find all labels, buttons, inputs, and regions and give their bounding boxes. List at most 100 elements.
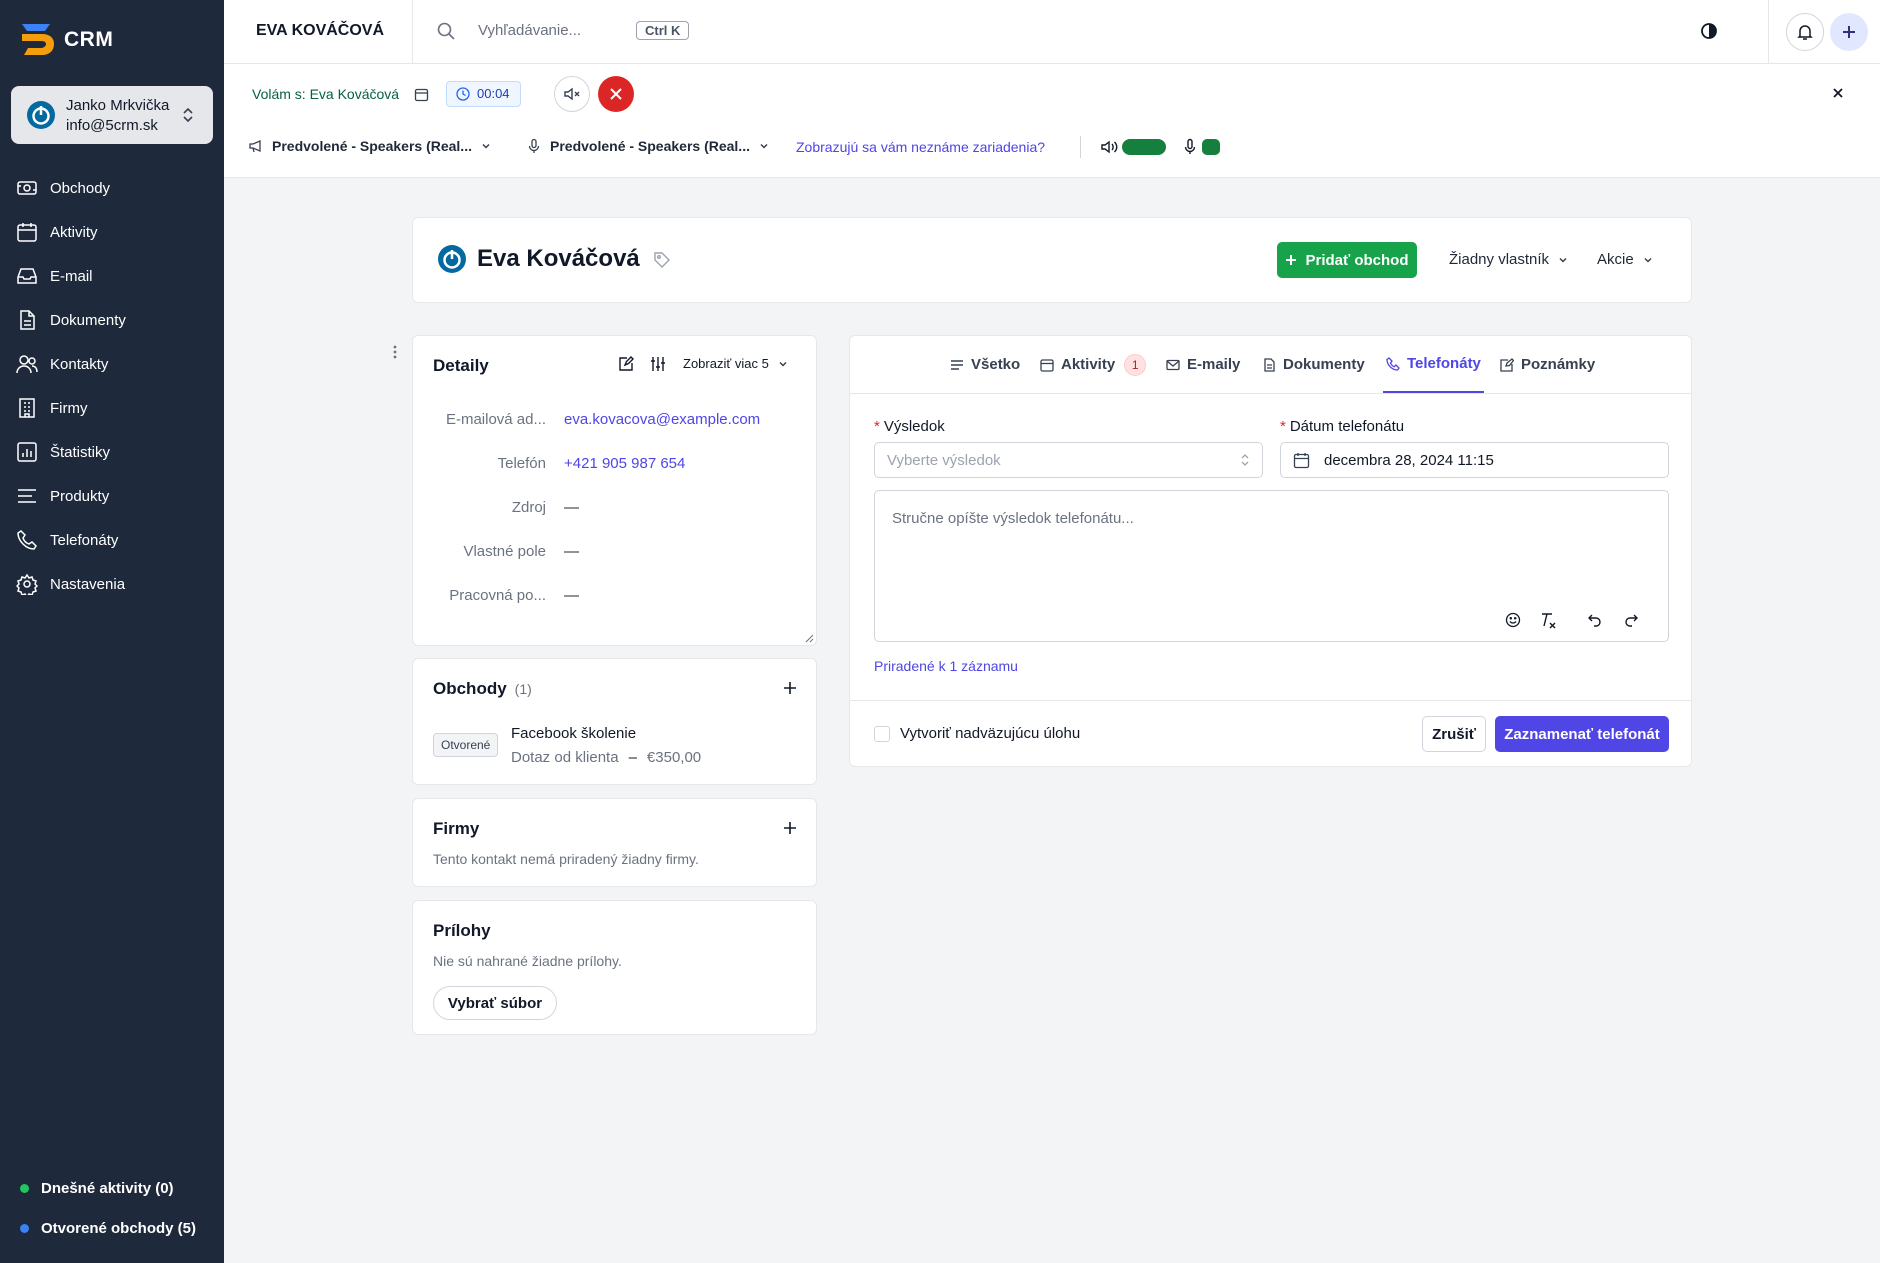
actions-label: Akcie bbox=[1597, 251, 1634, 268]
speaker-mute-icon bbox=[564, 87, 580, 101]
sidebar-item-label: E-mail bbox=[50, 267, 93, 285]
notes-placeholder: Stručne opíšte výsledok telefonátu... bbox=[892, 510, 1134, 527]
field-label: Vlastné pole bbox=[463, 543, 546, 560]
tab-label: Telefonáty bbox=[1407, 355, 1481, 372]
user-email: info@5crm.sk bbox=[66, 117, 158, 134]
add-deal-button[interactable]: Pridať obchod bbox=[1277, 242, 1417, 278]
speaker-level-meter bbox=[1122, 139, 1166, 155]
building-icon bbox=[19, 398, 35, 418]
add-company-plus-icon[interactable] bbox=[783, 821, 797, 835]
tab-telefonaty[interactable]: Telefonáty bbox=[1383, 336, 1484, 393]
sidebar-item-email[interactable]: E-mail bbox=[16, 260, 212, 292]
undo-icon[interactable] bbox=[1587, 612, 1603, 628]
unknown-devices-link[interactable]: Zobrazujú sa vám neznáme zariadenia? bbox=[796, 139, 1045, 155]
tag-icon[interactable] bbox=[653, 251, 671, 269]
hangup-button[interactable] bbox=[598, 76, 634, 112]
result-label: * Výsledok bbox=[874, 418, 945, 435]
cancel-button[interactable]: Zrušiť bbox=[1422, 716, 1486, 752]
todays-activities-link[interactable]: Dnešné aktivity (0) bbox=[20, 1180, 174, 1197]
assigned-records-link[interactable]: Priradené k 1 záznamu bbox=[874, 658, 1018, 674]
source-value[interactable]: — bbox=[564, 499, 579, 516]
tab-aktivity[interactable]: Aktivity 1 bbox=[1040, 336, 1147, 393]
open-deals-link[interactable]: Otvorené obchody (5) bbox=[20, 1220, 196, 1237]
sidebar-item-firmy[interactable]: Firmy bbox=[16, 392, 212, 424]
phone-value[interactable]: +421 905 987 654 bbox=[564, 455, 685, 472]
owner-dropdown[interactable]: Žiadny vlastník bbox=[1449, 251, 1569, 268]
companies-card: Firmy Tento kontakt nemá priradený žiadn… bbox=[412, 798, 817, 887]
calendar-icon bbox=[1040, 358, 1054, 372]
deals-icon bbox=[17, 181, 37, 195]
chevron-down-icon bbox=[1644, 257, 1652, 263]
bell-icon bbox=[1797, 25, 1813, 40]
add-deal-plus-icon[interactable] bbox=[783, 681, 797, 695]
sidebar-item-label: Kontakty bbox=[50, 355, 109, 373]
sidebar-item-statistiky[interactable]: Štatistiky bbox=[16, 436, 212, 468]
megaphone-icon bbox=[249, 140, 261, 153]
search-input[interactable]: Vyhľadávanie... bbox=[478, 22, 581, 39]
log-call-button[interactable]: Zaznamenať telefonát bbox=[1495, 716, 1669, 752]
sidebar-item-aktivity[interactable]: Aktivity bbox=[16, 216, 212, 248]
sidebar-item-dokumenty[interactable]: Dokumenty bbox=[16, 304, 212, 336]
show-more-fields-button[interactable]: Zobraziť viac 5 bbox=[683, 356, 789, 371]
theme-toggle-icon[interactable] bbox=[1700, 22, 1718, 40]
call-bar: Volám s: Eva Kováčová 00:04 Predvolené -… bbox=[224, 64, 1880, 178]
tab-emaily[interactable]: E-maily bbox=[1166, 336, 1240, 393]
resize-handle-icon[interactable] bbox=[804, 633, 814, 643]
sidebar-item-nastavenia[interactable]: Nastavenia bbox=[16, 568, 212, 600]
owner-label: Žiadny vlastník bbox=[1449, 251, 1550, 268]
tab-dokumenty[interactable]: Dokumenty bbox=[1262, 336, 1365, 393]
plus-icon bbox=[1286, 255, 1297, 265]
redo-icon[interactable] bbox=[1623, 612, 1639, 628]
tab-label: Poznámky bbox=[1521, 356, 1596, 373]
logo-icon[interactable] bbox=[18, 20, 56, 58]
add-deal-label: Pridať obchod bbox=[1305, 251, 1409, 269]
divider bbox=[1080, 136, 1081, 158]
calendar-icon bbox=[17, 223, 37, 242]
sidebar-item-telefonaty[interactable]: Telefonáty bbox=[16, 524, 212, 556]
notes-editor[interactable]: Stručne opíšte výsledok telefonátu... bbox=[874, 490, 1669, 642]
result-select[interactable]: Vyberte výsledok bbox=[874, 442, 1263, 478]
user-switcher[interactable]: Janko Mrkvička info@5crm.sk bbox=[11, 86, 213, 144]
custom-field-value[interactable]: — bbox=[564, 543, 579, 560]
speaker-device-select[interactable]: Predvolené - Speakers (Real... bbox=[248, 138, 492, 154]
clear-format-icon[interactable] bbox=[1539, 611, 1557, 629]
attachments-title: Prílohy bbox=[433, 921, 491, 940]
sidebar-item-label: Štatistiky bbox=[50, 443, 111, 461]
deals-card: Obchody (1) Otvorené Facebook školenie D… bbox=[412, 658, 817, 785]
choose-file-button[interactable]: Vybrať súbor bbox=[433, 986, 557, 1020]
contacts-icon bbox=[16, 355, 38, 374]
user-name: Janko Mrkvička bbox=[66, 97, 170, 114]
sidebar-reorder-icon[interactable] bbox=[392, 344, 398, 360]
tab-poznamky[interactable]: Poznámky bbox=[1500, 336, 1595, 393]
show-more-label: Zobraziť viac 5 bbox=[683, 356, 769, 371]
email-value[interactable]: eva.kovacova@example.com bbox=[564, 411, 760, 428]
tab-label: Dokumenty bbox=[1283, 356, 1365, 373]
date-label: * Dátum telefonátu bbox=[1280, 418, 1405, 435]
mute-button[interactable] bbox=[554, 76, 590, 112]
plus-icon bbox=[1843, 26, 1855, 38]
emoji-icon[interactable] bbox=[1505, 612, 1521, 628]
companies-empty-text: Tento kontakt nemá priradený žiadny firm… bbox=[433, 851, 699, 867]
microphone-icon bbox=[528, 138, 540, 153]
sidebar-item-produkty[interactable]: Produkty bbox=[16, 480, 212, 512]
job-title-value[interactable]: — bbox=[564, 587, 579, 604]
tab-label: Aktivity bbox=[1061, 356, 1116, 373]
chevron-updown-icon bbox=[181, 106, 195, 124]
close-icon bbox=[610, 88, 622, 100]
gear-icon bbox=[16, 573, 38, 595]
mic-device-select[interactable]: Predvolené - Speakers (Real... bbox=[526, 138, 770, 154]
sliders-icon[interactable] bbox=[650, 356, 666, 372]
notifications-button[interactable] bbox=[1786, 13, 1824, 51]
followup-label: Vytvoriť nadväzujúcu úlohu bbox=[900, 725, 1081, 742]
actions-dropdown[interactable]: Akcie bbox=[1597, 251, 1654, 268]
sidebar-item-kontakty[interactable]: Kontakty bbox=[16, 348, 212, 380]
field-label: E-mailová ad... bbox=[445, 411, 546, 428]
quick-create-button[interactable] bbox=[1830, 13, 1868, 51]
deal-name[interactable]: Facebook školenie bbox=[511, 725, 636, 742]
sidebar-item-obchody[interactable]: Obchody bbox=[16, 172, 212, 204]
date-input[interactable]: decembra 28, 2024 11:15 bbox=[1280, 442, 1669, 478]
tab-vsetko[interactable]: Všetko bbox=[950, 336, 1020, 393]
close-call-bar-button[interactable] bbox=[1831, 86, 1845, 100]
followup-checkbox[interactable] bbox=[874, 726, 890, 742]
edit-icon[interactable] bbox=[618, 356, 634, 372]
